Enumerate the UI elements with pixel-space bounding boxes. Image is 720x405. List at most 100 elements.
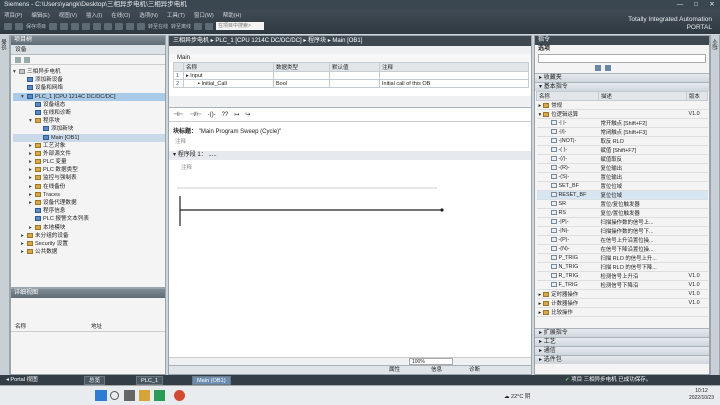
instruction-row[interactable]: ▸ 比较操作 — [536, 307, 708, 317]
tree-collapse-icon[interactable] — [24, 56, 30, 63]
tree-item[interactable]: ▸ 未分组的设备 — [13, 232, 165, 240]
tab-plc1[interactable]: PLC_1 — [136, 376, 164, 385]
block-title-value[interactable]: "Main Program Sweep (Cycle)" — [199, 129, 282, 135]
instruction-row[interactable]: -(S)- 置位输出 — [536, 172, 708, 182]
zoom-select[interactable]: 100% — [409, 358, 453, 365]
download-icon[interactable] — [126, 22, 135, 30]
normally-closed-contact-icon[interactable]: ⊣/⊢ — [189, 111, 201, 118]
weather-widget[interactable]: ☁ 22°C 阴 — [504, 392, 530, 400]
close-branch-icon[interactable]: ↪ — [245, 111, 250, 118]
interface-row[interactable]: 1 ▸ Input — [173, 71, 529, 80]
coil-icon[interactable]: -()- — [208, 112, 216, 118]
paste-icon[interactable] — [82, 22, 91, 30]
portal-view-button[interactable]: ◂ Portal 视图 — [2, 376, 42, 385]
interface-row-expander[interactable]: 1 — [173, 71, 184, 80]
open-project-icon[interactable] — [15, 22, 23, 30]
instruction-section[interactable]: ▸ 扩展指令 — [535, 328, 709, 337]
instruction-row[interactable]: RS 复位/置位触发器 — [536, 208, 708, 218]
tree-item[interactable]: ▸ PLC 数据类型 — [13, 166, 165, 174]
instruction-section[interactable]: ▸ 通信 — [535, 346, 709, 355]
menu-item[interactable]: 帮助(H) — [223, 11, 242, 19]
copy-icon[interactable] — [71, 22, 80, 30]
menu-item[interactable]: 工具(T) — [167, 11, 185, 19]
open-branch-icon[interactable]: ↦ — [234, 111, 239, 118]
tree-item[interactable]: 设备组态 — [13, 101, 165, 109]
instruction-row[interactable]: ▸ 定时器操作 V1.0 — [536, 289, 708, 299]
tree-item[interactable]: 在线和诊断 — [13, 109, 165, 117]
normally-open-contact-icon[interactable]: ⊣⊢ — [173, 111, 183, 118]
side-tab-devices[interactable]: 设备 — [0, 35, 10, 54]
instruction-section[interactable]: ▸ 选件包 — [535, 355, 709, 364]
tab-info[interactable]: 信息 — [431, 366, 442, 375]
search-down-icon[interactable] — [605, 65, 611, 71]
tree-item[interactable]: ▸ 公共数据 — [13, 248, 165, 256]
clock[interactable]: 10:12 2022/10/23 — [689, 388, 714, 402]
redo-icon[interactable] — [104, 22, 113, 30]
tree-item[interactable]: ▸ 在线备份 — [13, 183, 165, 191]
expand-arrow-icon[interactable]: ▸ — [539, 301, 542, 307]
tree-item[interactable]: ▸ Traces — [13, 191, 165, 199]
tree-item[interactable]: PLC 报警文本列表 — [13, 215, 165, 223]
new-project-icon[interactable] — [4, 22, 12, 30]
search-up-icon[interactable] — [595, 65, 601, 71]
instruction-row[interactable]: -(/)- 赋值取反 — [536, 154, 708, 164]
instruction-row[interactable]: P_TRIG 扫描 RLO 的信号上升... — [536, 253, 708, 263]
tab-properties[interactable]: 属性 — [389, 366, 400, 375]
close-button[interactable]: ✕ — [704, 0, 720, 10]
project-search-input[interactable]: 在项目中搜索> — [216, 22, 265, 30]
go-offline-button[interactable]: 转至离线 — [171, 23, 191, 30]
tree-item[interactable]: ▾ 三相异步电机 — [13, 68, 165, 76]
instruction-row[interactable]: RESET_BF 复位位域 — [536, 190, 708, 200]
upload-icon[interactable] — [137, 22, 146, 30]
tree-item[interactable]: ▸ PLC 变量 — [13, 158, 165, 166]
minimize-button[interactable]: — — [672, 0, 688, 10]
instruction-row[interactable]: -|P|- 扫描操作数的信号上... — [536, 217, 708, 227]
tree-item[interactable]: ▾ PLC_1 [CPU 1214C DC/DC/DC] — [13, 92, 165, 101]
menu-item[interactable]: 窗口(W) — [194, 11, 214, 19]
tree-item[interactable]: ▸ 监控与强制表 — [13, 174, 165, 182]
instruction-section[interactable]: ▸ 工艺 — [535, 337, 709, 346]
instruction-row[interactable]: -( )- 赋值 [Shift+F7] — [536, 145, 708, 155]
tree-item[interactable]: 添加新设备 — [13, 76, 165, 84]
ladder-rung[interactable] — [177, 184, 457, 234]
basic-instructions-section[interactable]: ▾ 基本指令 — [535, 82, 709, 91]
instruction-row[interactable]: -|/|- 常闭触点 [Shift+F3] — [536, 127, 708, 137]
instruction-row[interactable]: N_TRIG 扫描 RLO 的信号下降... — [536, 262, 708, 272]
start-icon[interactable] — [205, 22, 214, 30]
expand-arrow-icon[interactable]: ▸ — [539, 292, 542, 298]
instruction-row[interactable]: -| |- 常开触点 [Shift+F2] — [536, 118, 708, 128]
instruction-row[interactable]: SET_BF 置位位域 — [536, 181, 708, 191]
undo-icon[interactable] — [93, 22, 102, 30]
instruction-row[interactable]: -|NOT|- 取反 RLO — [536, 136, 708, 146]
save-button[interactable]: 保存项目 — [26, 23, 46, 30]
expand-arrow-icon[interactable]: ▸ — [539, 310, 542, 316]
instruction-row[interactable]: -|N|- 扫描操作数的信号下... — [536, 226, 708, 236]
file-explorer-icon[interactable] — [139, 390, 150, 401]
devices-tab[interactable]: 设备 — [11, 45, 165, 55]
tree-item[interactable]: ▸ Security 设置 — [13, 240, 165, 248]
instruction-row[interactable]: R_TRIG 检测信号上升沿 V1.0 — [536, 271, 708, 281]
expand-arrow-icon[interactable]: ▸ — [539, 103, 542, 109]
search-icon[interactable] — [110, 391, 119, 400]
task-view-icon[interactable] — [124, 390, 135, 401]
tree-item[interactable]: 程序信息 — [13, 207, 165, 215]
menu-item[interactable]: 插入(I) — [86, 11, 102, 19]
tree-item[interactable]: ▾ 程序块 — [13, 117, 165, 125]
tree-item[interactable]: ▸ 设备代理数据 — [13, 199, 165, 207]
tia-portal-icon[interactable] — [154, 390, 165, 401]
interface-row[interactable]: 2 ▪ Initial_Call Bool Initial call of th… — [173, 79, 529, 88]
tree-item[interactable]: 添加新块 — [13, 125, 165, 133]
instruction-row[interactable]: ▸ 计数器操作 V1.0 — [536, 298, 708, 308]
maximize-button[interactable]: □ — [688, 0, 704, 10]
tab-main-ob1[interactable]: Main (OB1) — [192, 376, 231, 385]
instruction-row[interactable]: -(P)- 在信号上升沿置位操... — [536, 235, 708, 245]
instruction-row[interactable]: -(N)- 在信号下降沿置位操... — [536, 244, 708, 254]
windows-start-icon[interactable] — [95, 390, 107, 401]
instruction-search-input[interactable] — [538, 54, 706, 63]
menu-item[interactable]: 编辑(E) — [31, 11, 49, 19]
menu-item[interactable]: 在线(O) — [111, 11, 130, 19]
print-icon[interactable] — [49, 22, 58, 30]
go-online-button[interactable]: 转至在线 — [148, 23, 168, 30]
instruction-row[interactable]: ▸ 常规 — [536, 100, 708, 110]
instruction-row[interactable]: -(R)- 复位输出 — [536, 163, 708, 173]
